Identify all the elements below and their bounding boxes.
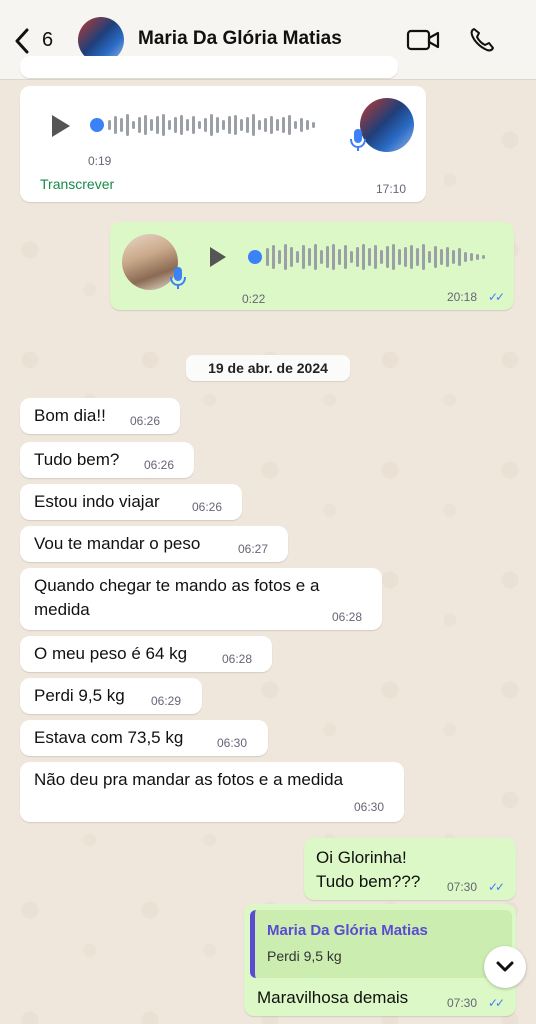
incoming-message[interactable]: Perdi 9,5 kg 06:29 bbox=[20, 678, 202, 714]
transcribe-link[interactable]: Transcrever bbox=[40, 176, 114, 192]
message-text: Tudo bem? bbox=[34, 450, 120, 469]
incoming-message[interactable]: Quando chegar te mando as fotos e a medi… bbox=[20, 568, 382, 630]
message-text-line: Tudo bem??? bbox=[316, 872, 421, 891]
message-time: 06:27 bbox=[238, 542, 269, 556]
message-time: 20:18 bbox=[447, 290, 478, 304]
audio-progress-dot[interactable] bbox=[90, 118, 104, 132]
unread-count: 6 bbox=[42, 29, 54, 51]
message-time: 06:30 bbox=[217, 736, 248, 750]
incoming-message[interactable]: Estava com 73,5 kg 06:30 bbox=[20, 720, 268, 756]
message-time: 06:26 bbox=[192, 500, 223, 514]
scroll-to-bottom-button[interactable] bbox=[484, 946, 526, 988]
incoming-message[interactable]: O meu peso é 64 kg 06:28 bbox=[20, 636, 272, 672]
back-button[interactable]: 6 bbox=[14, 26, 54, 56]
message-time: 07:30 bbox=[447, 996, 478, 1010]
message-text: Perdi 9,5 kg bbox=[34, 686, 125, 705]
incoming-message[interactable]: Vou te mandar o peso 06:27 bbox=[20, 526, 288, 562]
message-text: O meu peso é 64 kg bbox=[34, 644, 188, 663]
message-text: Estava com 73,5 kg bbox=[34, 728, 184, 747]
quoted-message[interactable]: Maria Da Glória Matias Perdi 9,5 kg bbox=[250, 910, 512, 978]
message-text-line: Quando chegar te mando as fotos e a bbox=[34, 576, 320, 595]
message-time: 06:28 bbox=[222, 652, 253, 666]
incoming-message[interactable]: Não deu pra mandar as fotos e a medida 0… bbox=[20, 762, 404, 822]
incoming-message[interactable]: Estou indo viajar 06:26 bbox=[20, 484, 242, 520]
microphone-icon bbox=[170, 267, 186, 289]
chevron-down-icon bbox=[496, 961, 514, 972]
message-text: Estou indo viajar bbox=[34, 492, 160, 511]
audio-duration: 0:19 bbox=[88, 154, 112, 168]
outgoing-audio-bubble[interactable]: 0:22 20:18 ✓✓ bbox=[110, 222, 514, 310]
message-time: 06:29 bbox=[151, 694, 182, 708]
message-time: 07:30 bbox=[447, 880, 478, 894]
previous-message-bubble bbox=[20, 56, 398, 78]
incoming-message[interactable]: Bom dia!! 06:26 bbox=[20, 398, 180, 434]
message-time: 06:30 bbox=[354, 800, 385, 814]
video-call-icon[interactable] bbox=[406, 28, 440, 52]
message-time: 06:28 bbox=[332, 610, 363, 624]
microphone-icon bbox=[350, 129, 366, 151]
audio-duration: 0:22 bbox=[242, 292, 266, 306]
play-icon[interactable] bbox=[50, 114, 72, 138]
date-separator: 19 de abr. de 2024 bbox=[186, 355, 350, 381]
message-text-line: Oi Glorinha! bbox=[316, 848, 407, 867]
quoted-sender-name: Maria Da Glória Matias bbox=[267, 922, 428, 939]
message-text: Maravilhosa demais bbox=[257, 988, 409, 1007]
double-check-icon: ✓✓ bbox=[488, 290, 505, 304]
audio-waveform[interactable] bbox=[266, 242, 485, 272]
message-text-line: medida bbox=[34, 600, 90, 619]
sender-avatar bbox=[360, 98, 414, 152]
outgoing-message[interactable]: Oi Glorinha! Tudo bem??? 07:30 ✓✓ bbox=[304, 838, 516, 900]
phone-icon[interactable] bbox=[468, 26, 496, 54]
message-text: Vou te mandar o peso bbox=[34, 534, 201, 553]
double-check-icon: ✓✓ bbox=[488, 996, 505, 1010]
contact-name[interactable]: Maria Da Glória Matias bbox=[138, 28, 342, 50]
incoming-message[interactable]: Tudo bem? 06:26 bbox=[20, 442, 194, 478]
back-chevron-icon bbox=[15, 28, 29, 54]
message-time: 06:26 bbox=[130, 414, 161, 428]
quoted-text: Perdi 9,5 kg bbox=[267, 948, 342, 964]
audio-progress-dot[interactable] bbox=[248, 250, 262, 264]
message-text: Não deu pra mandar as fotos e a medida bbox=[34, 770, 344, 789]
audio-waveform[interactable] bbox=[108, 110, 315, 140]
double-check-icon: ✓✓ bbox=[488, 880, 505, 894]
message-time: 06:26 bbox=[144, 458, 175, 472]
message-time: 17:10 bbox=[376, 182, 407, 196]
play-icon[interactable] bbox=[208, 246, 228, 268]
message-text: Bom dia!! bbox=[34, 406, 106, 425]
